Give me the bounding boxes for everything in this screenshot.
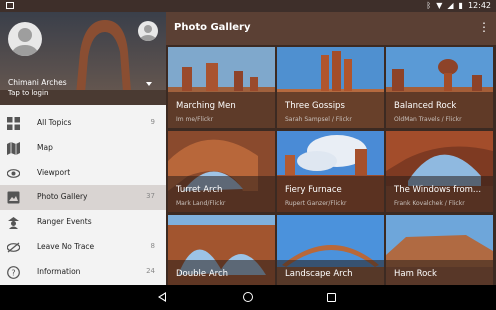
status-bar: ᛒ ▼ ◢ ▮ 12:42 (0, 0, 496, 12)
photo-icon (7, 191, 20, 204)
drawer-item-label: Map (37, 142, 53, 152)
drawer-item-label: Leave No Trace (37, 241, 95, 251)
tile-credit: Mark Land/Flickr (176, 200, 226, 207)
tile-credit: Im me/Flickr (176, 116, 214, 123)
drawer-header[interactable]: Chimani Arches Tap to login (0, 12, 166, 105)
bluetooth-icon: ᛒ (426, 1, 432, 10)
avatar[interactable] (8, 22, 42, 56)
tile-title: Double Arch (176, 269, 229, 279)
tile-title: Ham Rock (394, 269, 437, 279)
drawer-item-label: Information (37, 266, 81, 276)
page-title: Photo Gallery (174, 22, 251, 33)
tile-title: Balanced Rock (394, 101, 457, 111)
tile-title: The Windows from... (394, 185, 482, 195)
drawer-item-label: Photo Gallery (37, 192, 88, 202)
drawer-menu: All Topics 9 Map Viewport Photo Gallery … (0, 111, 166, 285)
drawer-item-photo-gallery[interactable]: Photo Gallery 37 (0, 185, 166, 211)
wifi-icon: ▼ (436, 1, 443, 10)
tile-credit: OldMan Travels / Flickr (394, 116, 462, 123)
tile-title: Three Gossips (285, 101, 345, 111)
gallery-tile[interactable]: The Windows from... Frank Kovalchek / Fl… (386, 131, 493, 212)
more-vert-icon[interactable]: ⋮ (478, 21, 490, 33)
tile-credit: Sarah Sampsel / Flickr (285, 116, 352, 123)
gallery-tile[interactable]: Landscape Arch (277, 215, 384, 296)
drawer-item-count: 8 (150, 241, 155, 250)
drawer-item-label: Ranger Events (37, 217, 92, 227)
drawer-item-label: All Topics (37, 118, 72, 127)
app-bar: Photo Gallery ⋮ (166, 12, 496, 45)
help-icon: ? (7, 265, 20, 279)
drawer-item-count: 37 (146, 192, 155, 201)
dropdown-arrow-icon[interactable] (146, 82, 152, 86)
photo-grid: Marching Men Im me/Flickr Three Gossips … (166, 45, 496, 296)
tile-credit: Rupert Ganzer/Flickr (285, 200, 347, 207)
tile-credit: Frank Kovalchek / Flickr (394, 200, 465, 207)
cell-signal-icon: ◢ (447, 1, 454, 10)
system-nav-bar (0, 285, 496, 310)
drawer-item-count: 9 (150, 118, 155, 126)
battery-icon: ▮ (458, 1, 463, 10)
clock: 12:42 (467, 1, 491, 10)
gallery-tile[interactable]: Balanced Rock OldMan Travels / Flickr (386, 47, 493, 128)
ranger-icon (8, 217, 19, 230)
drawer-item-viewport[interactable]: Viewport (0, 161, 166, 186)
grid-icon (7, 117, 20, 130)
drawer-item-map[interactable]: Map (0, 136, 166, 161)
map-icon (7, 141, 20, 155)
gallery-tile[interactable]: Three Gossips Sarah Sampsel / Flickr (277, 47, 384, 128)
recent-apps-icon[interactable] (327, 293, 336, 302)
svg-text:?: ? (11, 268, 15, 277)
gallery-tile[interactable]: Marching Men Im me/Flickr (168, 47, 275, 128)
tile-title: Marching Men (176, 101, 236, 111)
tile-title: Landscape Arch (285, 269, 353, 279)
drawer-item-ranger-events[interactable]: Ranger Events (0, 210, 166, 235)
navigation-drawer: Chimani Arches Tap to login All Topics 9… (0, 12, 166, 285)
tile-title: Fiery Furnace (285, 185, 342, 195)
gallery-tile[interactable]: Fiery Furnace Rupert Ganzer/Flickr (277, 131, 384, 212)
drawer-item-leave-no-trace[interactable]: Leave No Trace 8 (0, 235, 166, 260)
eye-icon (7, 168, 20, 178)
gallery-tile[interactable]: Double Arch (168, 215, 275, 296)
home-icon[interactable] (243, 292, 253, 302)
drawer-item-count: 24 (146, 266, 155, 275)
gallery-tile[interactable]: Ham Rock (386, 215, 493, 296)
secondary-avatar[interactable] (138, 21, 158, 41)
drawer-item-label: Viewport (37, 167, 71, 177)
eye-slash-icon (7, 242, 20, 253)
account-name: Chimani Arches (8, 78, 67, 87)
tile-title: Turret Arch (176, 185, 223, 195)
drawer-item-information[interactable]: ? Information 24 (0, 260, 166, 285)
account-subtitle: Tap to login (8, 89, 49, 97)
drawer-item-all-topics[interactable]: All Topics 9 (0, 111, 166, 136)
back-icon[interactable] (158, 292, 166, 302)
gallery-tile[interactable]: Turret Arch Mark Land/Flickr (168, 131, 275, 212)
notification-icon (6, 2, 14, 9)
